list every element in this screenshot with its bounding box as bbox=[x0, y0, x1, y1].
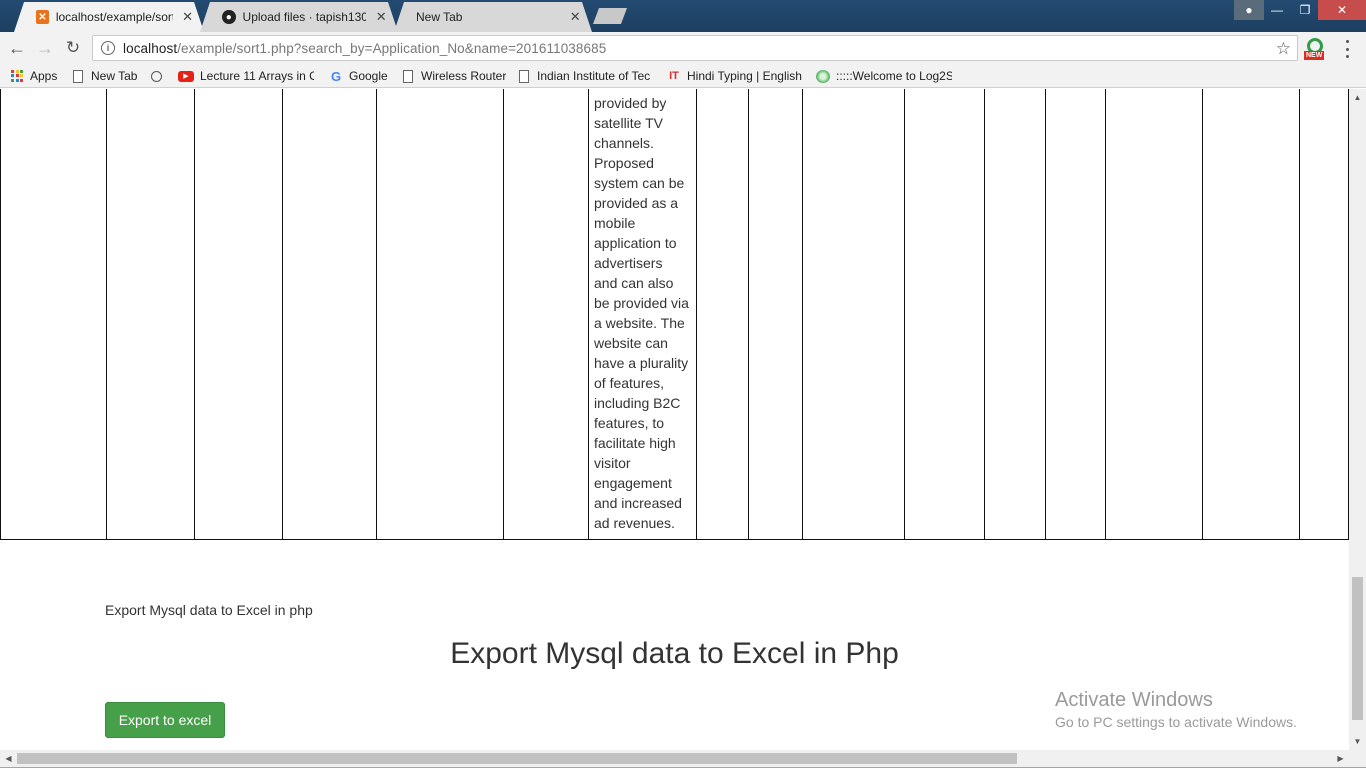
table-cell bbox=[1105, 89, 1203, 540]
data-table: provided by satellite TV channels. Propo… bbox=[0, 89, 1349, 540]
table-cell bbox=[194, 89, 284, 540]
horizontal-scroll-thumb[interactable] bbox=[17, 753, 1017, 764]
table-cell bbox=[375, 89, 505, 540]
log2s-icon bbox=[816, 69, 830, 83]
page-icon bbox=[73, 69, 83, 83]
extension-icon[interactable]: NEW bbox=[1303, 38, 1327, 60]
scroll-left-arrow-icon[interactable]: ◀ bbox=[0, 750, 17, 767]
reload-icon[interactable]: ↻ bbox=[62, 38, 84, 58]
bookmark-lecture[interactable]: ▶ Lecture 11 Arrays in C bbox=[178, 68, 314, 84]
table-cell bbox=[983, 89, 1047, 540]
description-text: provided by satellite TV channels. Propo… bbox=[594, 95, 689, 531]
table-cell bbox=[748, 89, 804, 540]
table-cell bbox=[1044, 89, 1107, 540]
table-cell bbox=[0, 89, 107, 540]
vertical-scrollbar[interactable]: ▲ ▼ bbox=[1349, 89, 1366, 750]
bookmark-hindi-typing[interactable]: IT Hindi Typing | English bbox=[667, 68, 803, 84]
activate-windows-watermark: Activate Windows Go to PC settings to ac… bbox=[1055, 689, 1297, 730]
bookmark-label: Hindi Typing | English bbox=[687, 69, 802, 83]
github-icon: ● bbox=[222, 10, 236, 24]
page-viewport: provided by satellite TV channels. Propo… bbox=[0, 89, 1349, 750]
bookmark-iit[interactable]: Indian Institute of Tec bbox=[519, 68, 652, 84]
bookmark-new-tab[interactable]: New Tab bbox=[73, 68, 137, 84]
window-close-button[interactable]: ✕ bbox=[1318, 0, 1366, 20]
table-cell bbox=[903, 89, 985, 540]
google-icon: G bbox=[330, 68, 342, 84]
apps-grid-icon bbox=[10, 69, 24, 83]
table-row: provided by satellite TV channels. Propo… bbox=[0, 89, 1349, 540]
tab-upload-files[interactable]: ● Upload files · tapish1303 ✕ bbox=[200, 2, 398, 32]
table-cell bbox=[695, 89, 750, 540]
bookmark-star-icon[interactable]: ☆ bbox=[1276, 39, 1291, 59]
bookmark-history[interactable] bbox=[151, 68, 168, 84]
activate-subtitle: Go to PC settings to activate Windows. bbox=[1055, 714, 1297, 730]
table-cell bbox=[1201, 89, 1300, 540]
close-icon[interactable]: ✕ bbox=[569, 9, 582, 25]
bookmark-label: Lecture 11 Arrays in C bbox=[200, 69, 314, 83]
url-host: localhost bbox=[123, 40, 178, 56]
xampp-icon: ✕ bbox=[36, 10, 49, 24]
bookmark-log2s[interactable]: :::::Welcome to Log2S bbox=[816, 68, 952, 84]
history-icon bbox=[151, 70, 162, 82]
extension-new-badge: NEW bbox=[1304, 51, 1325, 60]
close-icon[interactable]: ✕ bbox=[374, 9, 388, 25]
bookmark-label: Wireless Router bbox=[421, 69, 507, 83]
address-bar[interactable]: i localhost/example/sort1.php?search_by=… bbox=[92, 35, 1298, 61]
url-path: /example/sort1.php?search_by=Application… bbox=[177, 40, 607, 56]
table-cell bbox=[105, 89, 196, 540]
scrollbar-corner bbox=[1349, 750, 1366, 768]
close-icon[interactable]: ✕ bbox=[181, 9, 194, 25]
tab-title: New Tab bbox=[416, 10, 463, 24]
page-icon bbox=[519, 69, 529, 83]
back-arrow-icon[interactable]: ← bbox=[6, 38, 28, 58]
horizontal-scrollbar[interactable]: ◀ ▶ bbox=[0, 750, 1349, 767]
tab-sort1[interactable]: ✕ localhost/example/sort1. ✕ bbox=[14, 2, 204, 32]
bookmark-label: Apps bbox=[30, 69, 58, 83]
bookmark-apps[interactable]: Apps bbox=[10, 68, 57, 84]
table-cell bbox=[282, 89, 377, 540]
tab-strip: ✕ localhost/example/sort1. ✕ ● Upload fi… bbox=[0, 0, 1366, 32]
tab-title: localhost/example/sort1. bbox=[55, 10, 174, 24]
minimize-button[interactable]: — bbox=[1262, 0, 1292, 20]
export-to-excel-button[interactable]: Export to excel bbox=[105, 702, 225, 738]
export-label: Export Mysql data to Excel in php bbox=[105, 602, 313, 618]
bookmark-wireless-router[interactable]: Wireless Router bbox=[403, 68, 506, 84]
tab-new-tab[interactable]: New Tab ✕ bbox=[394, 2, 592, 32]
table-cell bbox=[503, 89, 589, 540]
bookmark-google[interactable]: G Google bbox=[329, 68, 388, 84]
restore-button[interactable]: ❐ bbox=[1290, 0, 1320, 20]
bookmark-label: New Tab bbox=[91, 69, 138, 83]
scroll-up-arrow-icon[interactable]: ▲ bbox=[1349, 89, 1366, 106]
table-cell bbox=[802, 89, 905, 540]
scroll-down-arrow-icon[interactable]: ▼ bbox=[1349, 733, 1366, 750]
page-heading: Export Mysql data to Excel in Php bbox=[450, 637, 899, 670]
menu-icon[interactable] bbox=[1342, 40, 1352, 58]
vertical-scroll-thumb[interactable] bbox=[1352, 577, 1363, 720]
table-cell bbox=[1298, 89, 1349, 540]
browser-toolbar: ← → ↻ i localhost/example/sort1.php?sear… bbox=[0, 32, 1366, 64]
bookmark-label: Indian Institute of Tec bbox=[537, 69, 651, 83]
bookmark-label: Google bbox=[349, 69, 388, 83]
address-url[interactable]: localhost/example/sort1.php?search_by=Ap… bbox=[123, 41, 606, 56]
it-icon: IT bbox=[669, 70, 679, 82]
info-icon[interactable]: i bbox=[101, 41, 115, 55]
activate-title: Activate Windows bbox=[1055, 689, 1213, 711]
bookmark-label: :::::Welcome to Log2S bbox=[836, 69, 952, 83]
bookmarks-bar: Apps New Tab ▶ Lecture 11 Arrays in C G … bbox=[0, 64, 1366, 88]
page-icon bbox=[403, 69, 413, 83]
youtube-icon: ▶ bbox=[178, 70, 194, 82]
user-profile-icon[interactable]: ● bbox=[1234, 0, 1264, 20]
scroll-right-arrow-icon[interactable]: ▶ bbox=[1332, 750, 1349, 767]
table-cell-description: provided by satellite TV channels. Propo… bbox=[588, 89, 697, 540]
forward-arrow-icon[interactable]: → bbox=[34, 38, 56, 58]
tab-title: Upload files · tapish1303 bbox=[242, 10, 367, 24]
